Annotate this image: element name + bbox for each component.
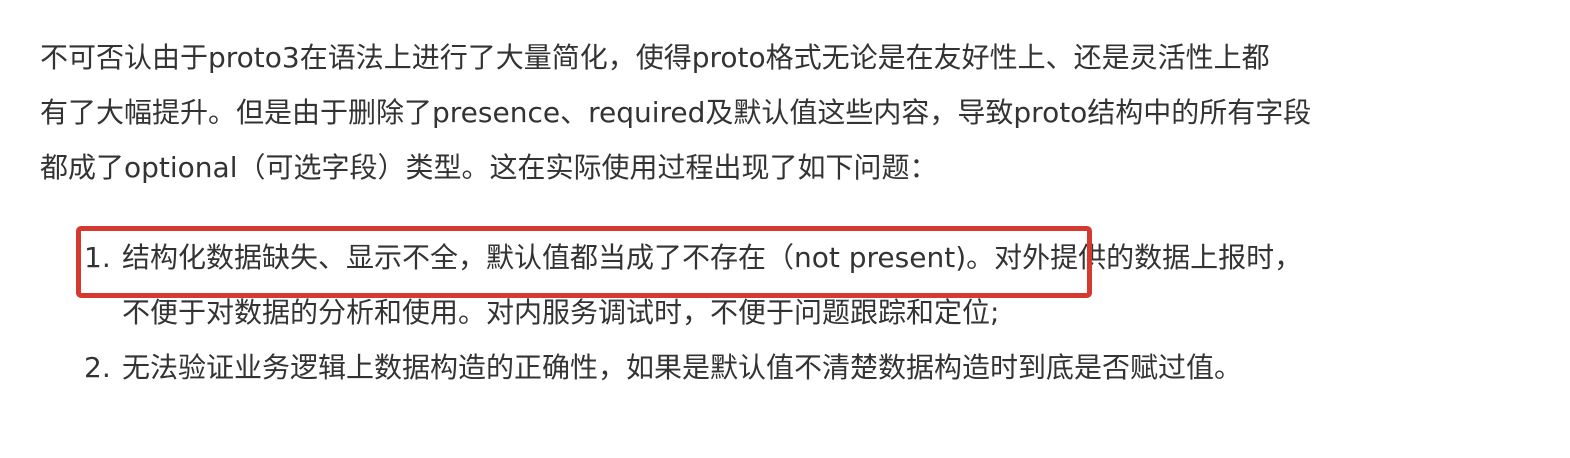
list-item-text: 无法验证业务逻辑上数据构造的正确性，如果是默认值不清楚数据构造时到底是否赋过值。: [122, 351, 1243, 384]
list-item: 1. 结构化数据缺失、显示不全，默认值都当成了不存在（not present)。…: [40, 230, 1540, 340]
list-item: 2. 无法验证业务逻辑上数据构造的正确性，如果是默认值不清楚数据构造时到底是否赋…: [40, 340, 1540, 395]
intro-paragraph: 不可否认由于proto3在语法上进行了大量简化，使得proto格式无论是在友好性…: [40, 30, 1540, 195]
list-item-number: 2.: [84, 351, 111, 384]
intro-line: 都成了optional（可选字段）类型。这在实际使用过程出现了如下问题：: [40, 151, 938, 184]
list-item-text: 结构化数据缺失、显示不全，默认值都当成了不存在（not present)。对外提…: [122, 241, 1303, 274]
article-body: 不可否认由于proto3在语法上进行了大量简化，使得proto格式无论是在友好性…: [40, 30, 1540, 395]
intro-line: 不可否认由于proto3在语法上进行了大量简化，使得proto格式无论是在友好性…: [40, 41, 1270, 74]
list-item-number: 1.: [84, 241, 111, 274]
issue-list: 1. 结构化数据缺失、显示不全，默认值都当成了不存在（not present)。…: [40, 230, 1540, 395]
list-item-text: 不便于对数据的分析和使用。对内服务调试时，不便于问题跟踪和定位;: [122, 296, 1000, 329]
intro-line: 有了大幅提升。但是由于删除了presence、required及默认值这些内容，…: [40, 96, 1312, 129]
